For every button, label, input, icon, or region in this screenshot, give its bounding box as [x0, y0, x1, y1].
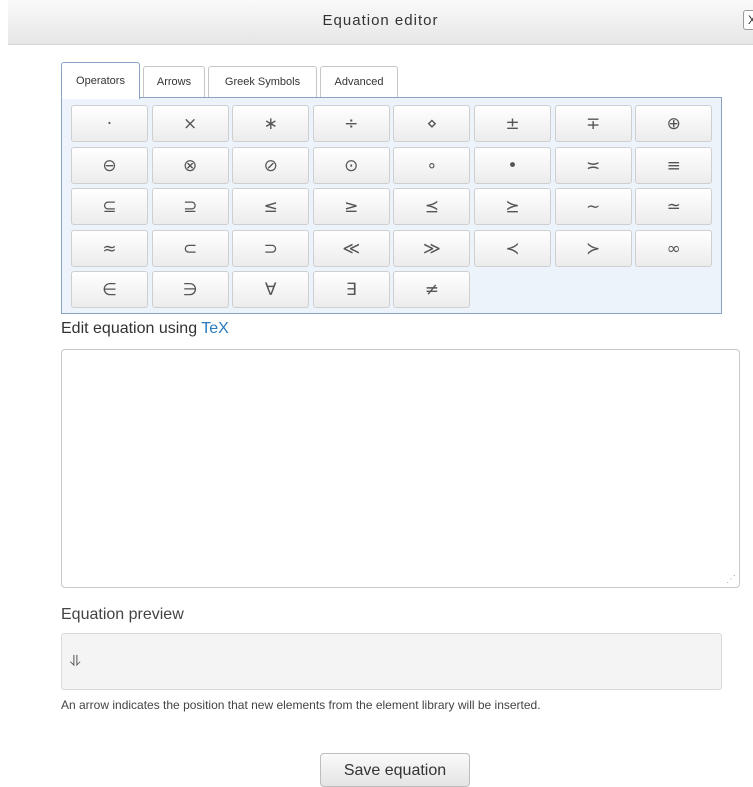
operator-button-div[interactable]: ÷	[312, 105, 390, 142]
operator-button-odot[interactable]: ⊙	[312, 146, 390, 184]
operator-button-in[interactable]: ∈	[71, 271, 148, 308]
operator-button-prec[interactable]: ≺	[474, 229, 551, 267]
operator-button-circ[interactable]: ∘	[393, 146, 471, 184]
operator-button-times[interactable]: ×	[151, 105, 229, 142]
equation-preview: ⥥	[61, 633, 722, 690]
operator-button-simeq[interactable]: ≃	[635, 188, 713, 225]
operator-button-diamond[interactable]: ⋄	[393, 105, 471, 142]
operator-button-subset[interactable]: ⊂	[151, 229, 229, 267]
operator-button-bullet[interactable]: •	[474, 146, 551, 184]
operator-button-geq[interactable]: ≥	[312, 188, 390, 225]
operator-button-gg[interactable]: ≫	[393, 229, 471, 267]
operator-button-supset[interactable]: ⊃	[232, 229, 310, 267]
close-button[interactable]: X	[743, 10, 753, 30]
operator-button-pm[interactable]: ±	[474, 105, 551, 142]
operator-button-forall[interactable]: ∀	[232, 271, 310, 308]
insertion-arrow-icon: ⥥	[70, 652, 81, 670]
operator-button-sim[interactable]: ∼	[554, 188, 632, 225]
tab-advanced[interactable]: Advanced	[320, 66, 398, 97]
operator-button-ll[interactable]: ≪	[312, 229, 390, 267]
operator-button-otimes[interactable]: ⊗	[151, 146, 229, 184]
operator-button-exists[interactable]: ∃	[312, 271, 390, 308]
operator-button-ominus[interactable]: ⊖	[71, 146, 148, 184]
operator-button-mp[interactable]: ∓	[554, 105, 632, 142]
tab-arrows[interactable]: Arrows	[143, 66, 205, 97]
operator-button-supseteq[interactable]: ⊇	[151, 188, 229, 225]
preview-label: Equation preview	[61, 606, 184, 623]
operator-button-neq[interactable]: ≠	[393, 271, 471, 308]
edit-equation-label: Edit equation using TeX	[61, 320, 229, 338]
operator-button-succeq[interactable]: ⪰	[474, 188, 551, 225]
operators-panel: · × ∗ ÷ ⋄ ± ∓ ⊕ ⊖ ⊗ ⊘ ⊙ ∘ • ≍ ≡ ⊆ ⊇ ≤ ≥ ⪯ ⪰ ∼ ≃ ≈ ⊂ ⊃ ≪ ≫ ≺ ≻ ∞ ∈ ∋ ∀ ∃ ≠	[61, 97, 722, 314]
operator-button-succ[interactable]: ≻	[554, 229, 632, 267]
operator-button-infty[interactable]: ∞	[635, 229, 713, 267]
operator-button-oslash[interactable]: ⊘	[232, 146, 310, 184]
tex-link[interactable]: TeX	[201, 320, 229, 337]
operator-button-cdot[interactable]: ·	[71, 105, 148, 142]
insertion-hint: An arrow indicates the position that new…	[61, 698, 541, 712]
dialog-title: Equation editor	[322, 12, 439, 29]
dialog-titlebar: Equation editor X	[8, 0, 753, 45]
tex-input[interactable]: ⋰	[61, 349, 740, 588]
operator-button-ast[interactable]: ∗	[232, 105, 310, 142]
resize-grip-icon[interactable]: ⋰	[726, 575, 736, 585]
tab-greek-symbols[interactable]: Greek Symbols	[208, 66, 317, 97]
operator-button-leq[interactable]: ≤	[232, 188, 310, 225]
operator-button-preceq[interactable]: ⪯	[393, 188, 471, 225]
operator-button-asymp[interactable]: ≍	[554, 146, 632, 184]
operator-button-oplus[interactable]: ⊕	[635, 105, 713, 142]
operator-button-ni[interactable]: ∋	[151, 271, 229, 308]
operator-button-equiv[interactable]: ≡	[635, 146, 713, 184]
edit-label-text: Edit equation using	[61, 320, 202, 337]
operator-button-approx[interactable]: ≈	[71, 229, 148, 267]
tab-operators[interactable]: Operators	[61, 62, 140, 99]
save-equation-button[interactable]: Save equation	[320, 753, 470, 787]
operator-button-subseteq[interactable]: ⊆	[71, 188, 148, 225]
